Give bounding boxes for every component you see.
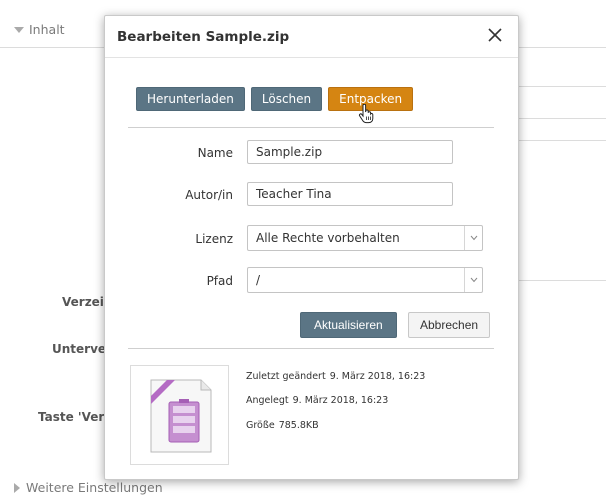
size-label: Größe [246, 420, 275, 431]
close-icon[interactable] [486, 26, 504, 44]
size-value: 785.8KB [278, 420, 319, 431]
archive-file-icon [150, 379, 212, 453]
dialog-divider [128, 348, 494, 349]
author-input[interactable]: Teacher Tina [247, 182, 453, 206]
author-label: Autor/in [185, 188, 233, 202]
divider [518, 118, 606, 119]
section-header-content[interactable]: Inhalt [14, 22, 65, 37]
dialog-title: Bearbeiten Sample.zip [117, 29, 290, 45]
modified-label: Zuletzt geändert [246, 371, 326, 382]
path-selected-value: / [256, 273, 261, 287]
divider [518, 86, 606, 87]
license-label: Lizenz [195, 232, 233, 246]
background-label-key: Taste 'Ver [38, 410, 105, 424]
file-thumbnail [130, 365, 229, 465]
hand-cursor-icon [358, 103, 374, 127]
download-button[interactable]: Herunterladen [136, 87, 245, 111]
more-settings-label: Weitere Einstellungen [26, 480, 163, 495]
expand-arrow-icon [14, 482, 20, 493]
path-select[interactable]: / [247, 267, 483, 293]
more-settings-link[interactable]: Weitere Einstellungen [14, 480, 163, 495]
dialog-divider [128, 127, 494, 128]
update-button[interactable]: Aktualisieren [300, 312, 397, 338]
created-info: Angelegt 9. März 2018, 16:23 [246, 395, 388, 406]
section-title: Inhalt [29, 22, 65, 37]
path-label: Pfad [206, 274, 233, 288]
chevron-down-icon [464, 268, 482, 292]
cancel-button[interactable]: Abbrechen [408, 312, 491, 338]
chevron-down-icon [464, 226, 482, 250]
divider [518, 280, 606, 281]
created-value: 9. März 2018, 16:23 [292, 395, 389, 406]
license-selected-value: Alle Rechte vorbehalten [256, 231, 400, 245]
created-label: Angelegt [246, 395, 289, 406]
size-info: Größe 785.8KB [246, 420, 319, 431]
edit-file-dialog: Bearbeiten Sample.zip Herunterladen Lösc… [104, 15, 519, 480]
background-label-subdirectory: Unterver [52, 342, 112, 356]
name-input[interactable]: Sample.zip [247, 140, 453, 164]
modified-value: 9. März 2018, 16:23 [329, 371, 426, 382]
modified-info: Zuletzt geändert 9. März 2018, 16:23 [246, 371, 425, 382]
name-label: Name [197, 146, 233, 160]
divider [518, 140, 606, 141]
collapse-arrow-icon [14, 26, 24, 33]
license-select[interactable]: Alle Rechte vorbehalten [247, 225, 483, 251]
dialog-header: Bearbeiten Sample.zip [105, 16, 518, 58]
delete-button[interactable]: Löschen [250, 87, 323, 111]
